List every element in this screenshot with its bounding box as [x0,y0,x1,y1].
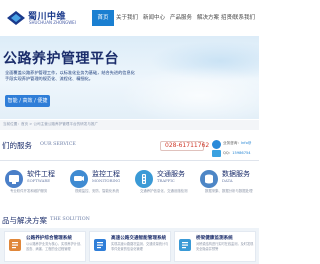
notice-bar: 当前位置：首页 > 公司主营公路养护管理平台的研发与推广 [0,120,259,130]
banner-button[interactable]: 智能 / 高效 / 便捷 [5,95,50,107]
qq-value[interactable]: 15986754 [232,151,250,155]
service-card[interactable]: 交通服务 TRAFFIC 交通养护信息化、交通设施检测 [130,168,193,194]
solution-desc: 对桥梁结构进行实时在线监测，及时发现安全隐患并预警 [196,242,254,251]
service-card[interactable]: 软件工程 SOFTWARE 专业软件开发和维护服务 [0,168,63,194]
banner-title: 公路养护管理平台 [3,51,119,67]
traffic-icon [135,170,153,188]
service-desc: 数据采集、数据分析与数据处理 [205,189,253,193]
bridge-icon [179,239,191,251]
solution-desc: 以公路养护业务为核心，实现养护计划、巡查、病害、工程的全过程管理 [26,242,84,251]
banner-description: 全面覆盖公路养护管理工作，以标准化业务为基础，结合先进的信息化手段实现养护管理的… [5,70,135,82]
solution-title: 高速公路交通智能管理系统 [111,236,167,241]
data-icon [200,170,218,188]
service-desc: 专业软件开发和维护服务 [10,189,48,193]
contact-line-qq: QQ：15986754 [223,151,251,156]
solution-title: 公路养护综合管理系统 [26,236,72,241]
service-card[interactable]: 监控工程 MONITORING 视频监控、安防、智能化系统 [65,168,128,194]
consult-label: 业务咨询： [223,141,241,145]
banner-decoration [120,66,259,119]
notice-text: 当前位置：首页 > 公司主营公路养护管理平台的研发与推广 [3,122,99,126]
monitor-icon [70,170,88,188]
solution-title: 桥梁健康监测系统 [196,236,233,241]
solution-card[interactable]: 桥梁健康监测系统 对桥梁结构进行实时在线监测，及时发现安全隐患并预警 [174,231,256,262]
consult-icon [212,140,221,149]
brand-subtitle: SHUCHUAN ZHONGWEI [29,20,76,25]
software-icon [5,170,23,188]
nav-item-about[interactable]: 关于我们 [114,10,140,26]
nav-item-news[interactable]: 新闻中心 [141,10,167,26]
services-title: 们的服务 [2,141,32,150]
contact-line-consult: 业务咨询：Info@ [223,141,251,146]
services-subtitle: OUR SERVICE [40,142,76,147]
service-english: SOFTWARE [27,178,50,183]
contact-info: 业务咨询：Info@ QQ：15986754 [212,138,259,158]
solutions-title: 品与解决方案 [2,216,47,225]
solution-desc: 实现高速公路路况监测、交通流量统计与事件处置的信息化管理 [111,242,169,251]
qq-label: QQ： [223,151,233,155]
solution-card[interactable]: 高速公路交通智能管理系统 实现高速公路路况监测、交通流量统计与事件处置的信息化管理 [89,231,171,262]
solution-card[interactable]: 公路养护综合管理系统 以公路养护业务为核心，实现养护计划、巡查、病害、工程的全过程… [4,231,86,262]
solutions-header: 品与解决方案 THE SOLUTION [0,212,259,228]
highway-icon [94,239,106,251]
nav-item-solutions[interactable]: 解决方案 [195,10,221,26]
nav-item-home[interactable]: 首页 [92,10,114,26]
nav-item-contact[interactable]: 联系我们 [229,10,259,26]
site-logo[interactable]: 蜀川中维 SHUCHUAN ZHONGWEI [6,9,84,29]
site-header: 蜀川中维 SHUCHUAN ZHONGWEI 首页 关于我们 新闻中心 产品服务… [0,0,259,36]
service-desc: 交通养护信息化、交通设施检测 [140,189,188,193]
qq-icon [212,150,221,157]
service-english: MONITORING [92,178,121,183]
consult-value[interactable]: Info@ [241,141,251,145]
road-icon [9,239,21,251]
phone-number[interactable]: 028-61711762 [165,142,209,152]
service-desc: 视频监控、安防、智能化系统 [75,189,120,193]
divider [0,160,259,161]
hero-banner: 公路养护管理平台 全面覆盖公路养护管理工作，以标准化业务为基础，结合先进的信息化… [0,36,259,119]
nav-item-products[interactable]: 产品服务 [168,10,194,26]
service-card[interactable]: 数据服务 DATA 数据采集、数据分析与数据处理 [195,168,258,194]
solutions-subtitle: THE SOLUTION [50,217,90,222]
service-english: DATA [222,178,233,183]
logo-mark-icon [7,11,25,25]
service-english: TRAFFIC [157,178,175,183]
